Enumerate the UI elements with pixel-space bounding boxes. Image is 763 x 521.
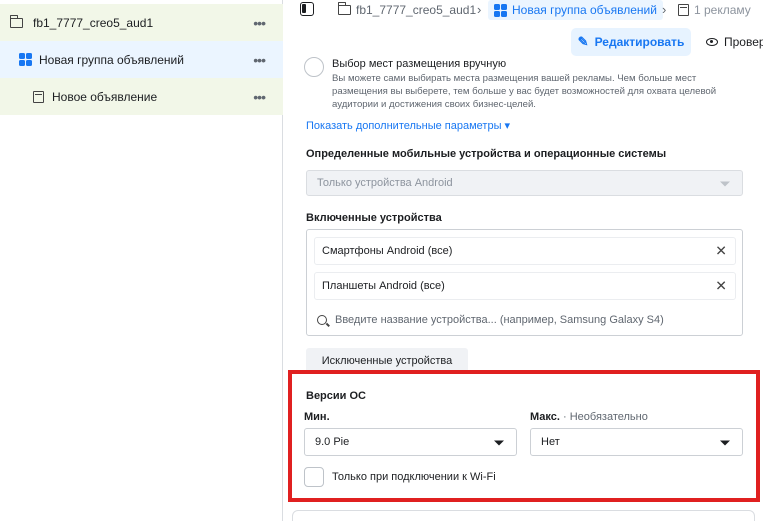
chevron-right-icon: ›: [662, 2, 667, 17]
chevron-right-icon: ›: [477, 2, 482, 17]
max-version-select[interactable]: Нет: [530, 428, 743, 456]
ad-document-icon: [678, 4, 689, 16]
editor-panel: fb1_7777_creo5_aud1 › Новая группа объяв…: [284, 0, 763, 521]
preview-button[interactable]: Проверить: [706, 28, 763, 56]
device-chip: Смартфоны Android (все) ✕: [314, 237, 736, 265]
eye-icon: [706, 38, 718, 46]
breadcrumb-ad[interactable]: 1 рекламу: [678, 0, 751, 20]
chevron-down-icon: [494, 440, 504, 446]
excluded-devices-label: Исключенные устройства: [321, 355, 453, 367]
included-devices-label: Включенные устройства: [306, 212, 442, 224]
pencil-icon: ✎: [577, 34, 589, 49]
adset-grid-icon: [494, 3, 507, 17]
device-search-input[interactable]: Введите название устройства... (например…: [317, 314, 664, 326]
adset-grid-icon: [19, 53, 32, 66]
breadcrumb-campaign-label: fb1_7777_creo5_aud1: [356, 3, 477, 17]
more-options-link[interactable]: Показать дополнительные параметры ▾: [306, 119, 510, 132]
tree-item-ad[interactable]: Новое объявление •••: [0, 78, 283, 115]
max-version-label-text: Макс.: [530, 411, 560, 423]
campaign-tree: fb1_7777_creo5_aud1 ••• Новая группа объ…: [0, 0, 283, 521]
tree-item-adset[interactable]: Новая группа объявлений •••: [0, 41, 283, 78]
wifi-only-label: Только при подключении к Wi-Fi: [332, 471, 496, 483]
min-version-select[interactable]: 9.0 Pie: [304, 428, 517, 456]
manual-placements-description: Вы можете сами выбирать места размещения…: [332, 73, 717, 110]
breadcrumb-adset[interactable]: Новая группа объявлений: [488, 0, 663, 20]
breadcrumb: fb1_7777_creo5_aud1 › Новая группа объяв…: [284, 0, 763, 22]
os-versions-title: Версии ОС: [306, 390, 366, 402]
more-options-icon[interactable]: •••: [253, 15, 266, 31]
edit-button-label: Редактировать: [594, 35, 685, 49]
device-chip: Планшеты Android (все) ✕: [314, 272, 736, 300]
more-options-icon[interactable]: •••: [253, 52, 266, 68]
min-version-label: Мин.: [304, 411, 330, 423]
tree-item-label: Новая группа объявлений: [39, 52, 184, 67]
more-options-icon[interactable]: •••: [253, 89, 266, 105]
tree-item-label: Новое объявление: [52, 89, 158, 104]
search-icon: [317, 315, 327, 325]
close-icon[interactable]: ✕: [715, 243, 727, 260]
devices-section-label: Определенные мобильные устройства и опер…: [306, 148, 667, 160]
included-devices-box: Смартфоны Android (все) ✕ Планшеты Andro…: [306, 229, 743, 336]
close-icon[interactable]: ✕: [715, 278, 727, 295]
device-search-placeholder: Введите название устройства... (например…: [335, 314, 664, 326]
device-chip-label: Планшеты Android (все): [322, 280, 445, 292]
optional-label: · Необязательно: [563, 411, 648, 423]
folder-icon: [10, 14, 23, 28]
device-chip-label: Смартфоны Android (все): [322, 245, 453, 257]
manual-placements-radio[interactable]: [304, 57, 324, 77]
min-version-value: 9.0 Pie: [315, 436, 350, 448]
ad-document-icon: [33, 90, 44, 103]
tree-item-label: fb1_7777_creo5_aud1: [33, 15, 154, 30]
toggle-panel-icon[interactable]: [300, 2, 314, 16]
os-select-value: Только устройства Android: [317, 177, 453, 189]
max-version-label: Макс. · Необязательно: [530, 411, 648, 423]
max-version-value: Нет: [541, 436, 560, 448]
manual-placements-title: Выбор мест размещения вручную: [332, 58, 507, 70]
preview-button-label: Проверить: [724, 35, 763, 49]
breadcrumb-campaign[interactable]: fb1_7777_creo5_aud1: [338, 0, 476, 20]
chevron-down-icon: [720, 440, 730, 446]
edit-button[interactable]: ✎ Редактировать: [571, 28, 691, 56]
breadcrumb-adset-label: Новая группа объявлений: [512, 3, 657, 17]
tree-item-campaign[interactable]: fb1_7777_creo5_aud1 •••: [0, 4, 283, 41]
wifi-only-checkbox[interactable]: [304, 467, 324, 487]
breadcrumb-ad-label: 1 рекламу: [694, 3, 751, 17]
chevron-down-icon: [720, 181, 730, 187]
next-section-card: [292, 510, 755, 521]
folder-icon: [338, 2, 351, 15]
os-select: Только устройства Android: [306, 170, 743, 196]
